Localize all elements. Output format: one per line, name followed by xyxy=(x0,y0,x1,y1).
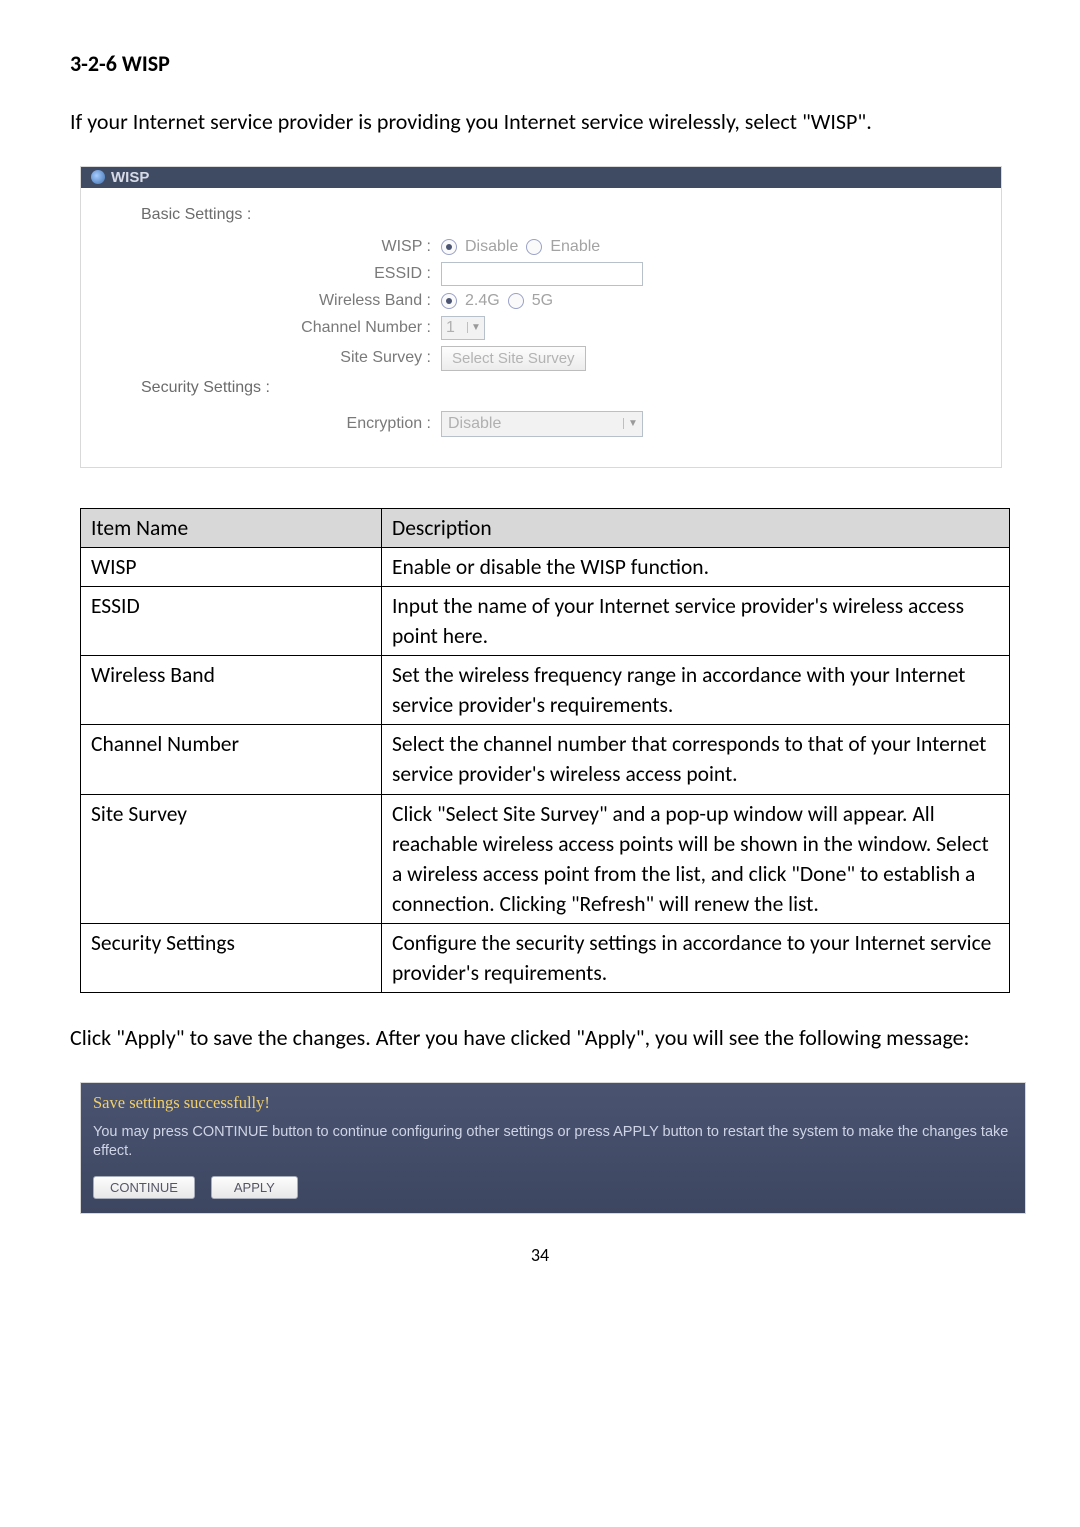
table-header-row: Item Name Description xyxy=(81,508,1010,547)
description-table: Item Name Description WISP Enable or dis… xyxy=(80,508,1010,993)
wisp-option-disable: Disable xyxy=(465,238,518,256)
channel-select[interactable]: 1 ▼ xyxy=(441,316,485,340)
continue-button[interactable]: CONTINUE xyxy=(93,1176,195,1199)
wisp-label: WISP : xyxy=(111,238,441,256)
table-row: Security Settings Configure the security… xyxy=(81,923,1010,992)
confirm-message: You may press CONTINUE button to continu… xyxy=(93,1123,1013,1162)
band-option-24g: 2.4G xyxy=(465,292,500,310)
table-row: Site Survey Click "Select Site Survey" a… xyxy=(81,794,1010,923)
channel-label: Channel Number : xyxy=(111,319,441,337)
cell-desc: Input the name of your Internet service … xyxy=(382,586,1010,655)
table-row: Wireless Band Set the wireless frequency… xyxy=(81,656,1010,725)
row-wisp: WISP : Disable Enable xyxy=(111,238,971,256)
row-channel: Channel Number : 1 ▼ xyxy=(111,316,971,340)
select-site-survey-button[interactable]: Select Site Survey xyxy=(441,346,586,371)
panel-header: WISP xyxy=(81,167,1001,188)
cell-item: Security Settings xyxy=(81,923,382,992)
intro-paragraph: If your Internet service provider is pro… xyxy=(70,107,1010,138)
panel-title: WISP xyxy=(111,169,149,186)
row-band: Wireless Band : 2.4G 5G xyxy=(111,292,971,310)
section-heading: 3-2-6 WISP xyxy=(70,50,1010,77)
security-settings-label: Security Settings : xyxy=(141,379,971,397)
cell-desc: Enable or disable the WISP function. xyxy=(382,547,1010,586)
panel-bullet-icon xyxy=(91,170,105,184)
band-radio-24g[interactable] xyxy=(441,293,457,309)
basic-settings-label: Basic Settings : xyxy=(141,206,971,224)
page-number: 34 xyxy=(70,1244,1010,1266)
encryption-select[interactable]: Disable ▼ xyxy=(441,411,643,437)
row-essid: ESSID : xyxy=(111,262,971,286)
col-description: Description xyxy=(382,508,1010,547)
essid-label: ESSID : xyxy=(111,265,441,283)
survey-label: Site Survey : xyxy=(111,349,441,367)
cell-item: WISP xyxy=(81,547,382,586)
essid-input[interactable] xyxy=(441,262,643,286)
cell-desc: Set the wireless frequency range in acco… xyxy=(382,656,1010,725)
wisp-option-enable: Enable xyxy=(550,238,600,256)
col-item-name: Item Name xyxy=(81,508,382,547)
band-radio-5g[interactable] xyxy=(508,293,524,309)
channel-value: 1 xyxy=(442,319,467,337)
cell-item: Site Survey xyxy=(81,794,382,923)
table-row: WISP Enable or disable the WISP function… xyxy=(81,547,1010,586)
chevron-down-icon: ▼ xyxy=(623,418,642,429)
encryption-label: Encryption : xyxy=(111,415,441,433)
wisp-settings-panel: WISP Basic Settings : WISP : Disable Ena… xyxy=(80,166,1002,468)
encryption-value: Disable xyxy=(442,415,623,433)
table-row: ESSID Input the name of your Internet se… xyxy=(81,586,1010,655)
band-label: Wireless Band : xyxy=(111,292,441,310)
row-encryption: Encryption : Disable ▼ xyxy=(111,411,971,437)
cell-desc: Select the channel number that correspon… xyxy=(382,725,1010,794)
cell-item: ESSID xyxy=(81,586,382,655)
band-option-5g: 5G xyxy=(532,292,553,310)
cell-desc: Click "Select Site Survey" and a pop-up … xyxy=(382,794,1010,923)
row-survey: Site Survey : Select Site Survey xyxy=(111,346,971,371)
wisp-radio-disable[interactable] xyxy=(441,239,457,255)
table-row: Channel Number Select the channel number… xyxy=(81,725,1010,794)
cell-item: Wireless Band xyxy=(81,656,382,725)
cell-desc: Configure the security settings in accor… xyxy=(382,923,1010,992)
save-confirmation-panel: Save settings successfully! You may pres… xyxy=(80,1082,1026,1214)
wisp-radio-enable[interactable] xyxy=(526,239,542,255)
apply-button[interactable]: APPLY xyxy=(211,1176,298,1199)
cell-item: Channel Number xyxy=(81,725,382,794)
apply-paragraph: Click "Apply" to save the changes. After… xyxy=(70,1023,1010,1054)
chevron-down-icon: ▼ xyxy=(467,322,484,333)
confirm-title: Save settings successfully! xyxy=(93,1093,1013,1113)
